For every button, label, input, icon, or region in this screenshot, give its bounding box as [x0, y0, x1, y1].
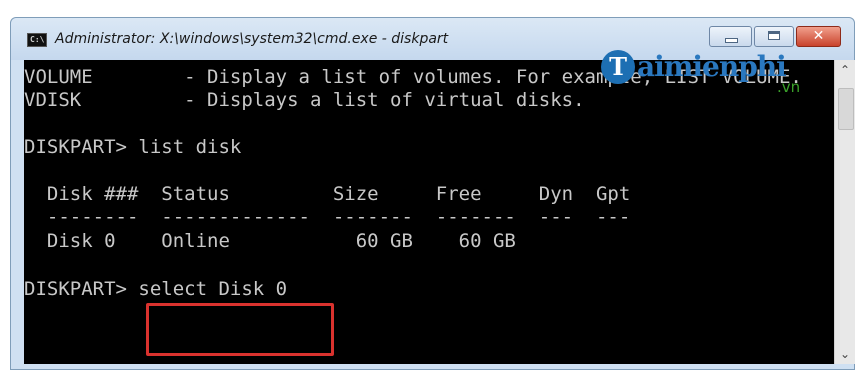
watermark-suffix: .vn [777, 78, 801, 96]
maximize-button[interactable] [754, 26, 794, 47]
scroll-thumb[interactable] [838, 88, 854, 130]
watermark-text: aimienphi [637, 50, 787, 83]
disk-table-header: Disk ### Status Size Free Dyn Gpt [24, 183, 631, 205]
cmd-window: C:\ Administrator: X:\windows\system32\c… [10, 17, 855, 370]
vertical-scrollbar[interactable]: ⌃ ⌄ [834, 60, 855, 364]
console-line-list-disk: DISKPART> list disk [24, 136, 242, 158]
maximize-icon [768, 31, 780, 40]
disk-table-row: Disk 0 Online 60 GB 60 GB [24, 230, 516, 252]
close-icon: ✕ [812, 28, 825, 44]
minimize-button[interactable] [709, 26, 752, 47]
console-output[interactable]: VOLUME - Display a list of volumes. For … [24, 60, 834, 364]
scroll-down-icon[interactable]: ⌄ [835, 347, 855, 361]
console-line-vdisk: VDISK - Displays a list of virtual disks… [24, 89, 585, 111]
scroll-up-icon[interactable]: ⌃ [835, 63, 855, 77]
console-line-select-disk: DISKPART> select Disk 0 [24, 278, 288, 300]
minimize-icon [725, 38, 738, 43]
close-button[interactable]: ✕ [796, 26, 841, 47]
cmd-icon[interactable]: C:\ [27, 33, 47, 47]
disk-table-separator: -------- ------------- ------- ------- -… [24, 206, 631, 228]
watermark-logo-icon: T [601, 50, 635, 84]
command-highlight-box [146, 303, 334, 356]
window-title: Administrator: X:\windows\system32\cmd.e… [55, 31, 449, 47]
